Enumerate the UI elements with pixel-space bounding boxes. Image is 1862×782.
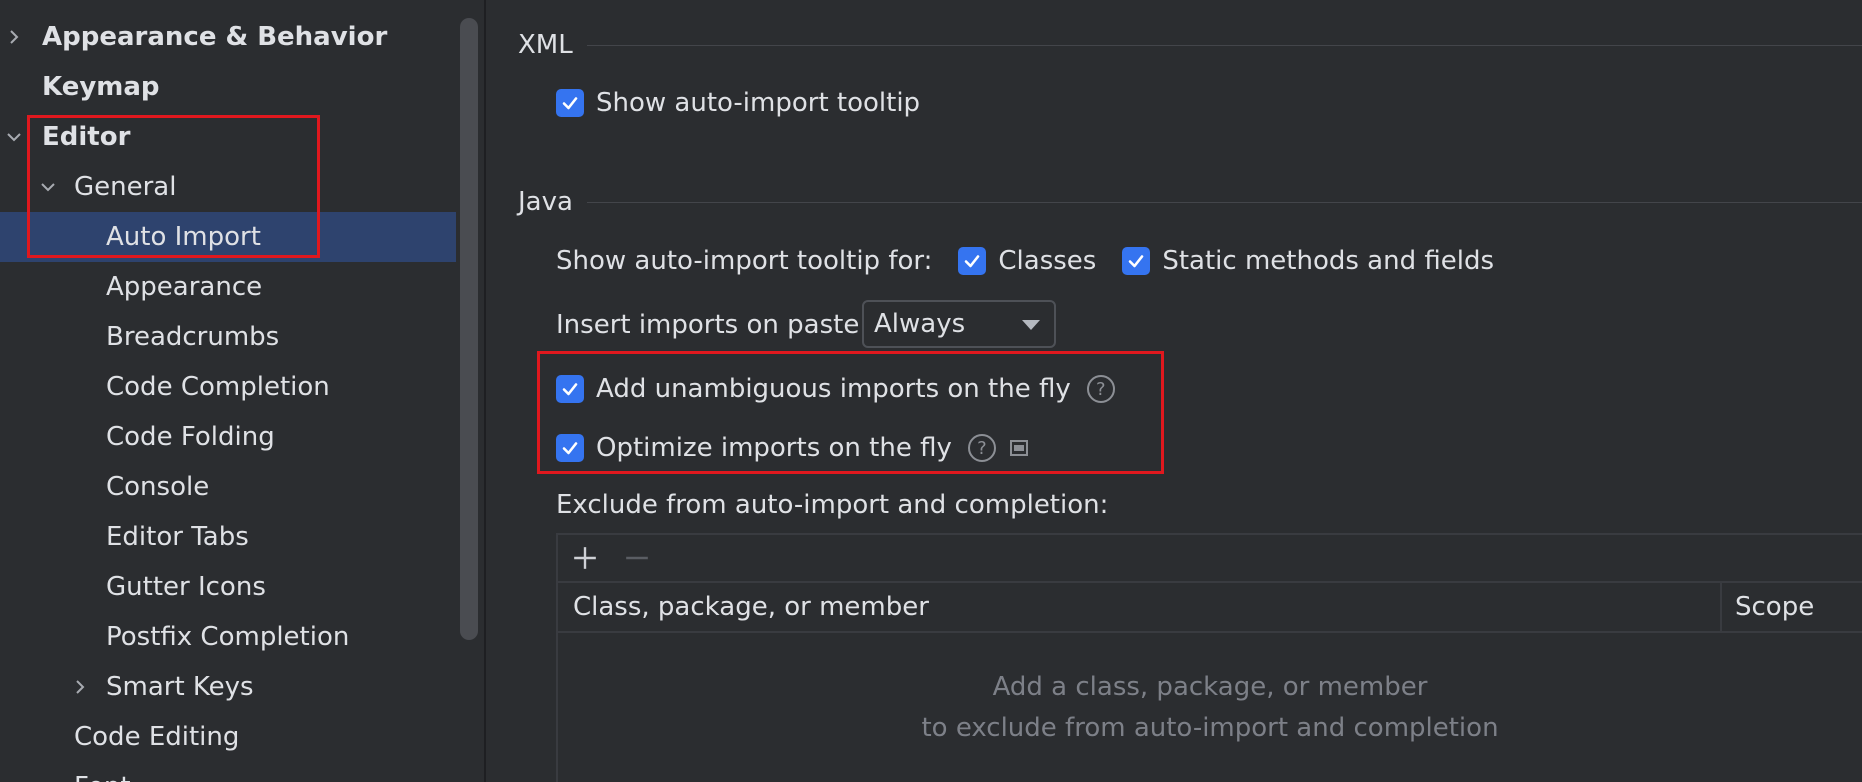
add-unambiguous-label: Add unambiguous imports on the fly [596, 374, 1071, 404]
sidebar-item-label: Editor Tabs [106, 522, 249, 552]
sidebar-item-label: Auto Import [106, 222, 261, 252]
exclude-label-row: Exclude from auto-import and completion: [556, 490, 1108, 520]
sidebar-item-smart-keys[interactable]: Smart Keys [0, 662, 456, 712]
sidebar-item-keymap[interactable]: Keymap [0, 62, 456, 112]
sidebar-item-label: Code Completion [106, 372, 330, 402]
chevron-down-icon[interactable] [38, 177, 58, 197]
sidebar-item-label: Postfix Completion [106, 622, 350, 652]
sidebar-item-gutter-icons[interactable]: Gutter Icons [0, 562, 456, 612]
insert-imports-value: Always [874, 309, 966, 339]
add-button[interactable] [568, 541, 602, 575]
exclude-table-header: Class, package, or member Scope [558, 583, 1862, 633]
sidebar-item-label: Code Editing [74, 722, 240, 752]
insert-imports-row: Insert imports on paste: [556, 310, 868, 340]
empty-table-hint-line1: Add a class, package, or member [992, 672, 1428, 702]
sidebar-item-label: Smart Keys [106, 672, 254, 702]
sidebar-item-console[interactable]: Console [0, 462, 456, 512]
sidebar-item-label: Appearance [106, 272, 263, 302]
classes-checkbox[interactable] [958, 247, 987, 275]
chevron-right-icon[interactable] [4, 27, 24, 47]
tooltip-for-row: Show auto-import tooltip for: Classes St… [556, 246, 1494, 276]
sidebar-item-editor[interactable]: Editor [0, 112, 456, 162]
checkmark-icon [562, 442, 578, 455]
section-divider [586, 201, 1862, 203]
xml-show-tooltip-option[interactable]: Show auto-import tooltip [556, 88, 920, 118]
sidebar-item-postfix-completion[interactable]: Postfix Completion [0, 612, 456, 662]
sidebar-item-appearance-behavior[interactable]: Appearance & Behavior [0, 12, 456, 62]
help-icon[interactable]: ? [967, 434, 996, 462]
checkmark-icon [562, 97, 578, 110]
optimize-imports-checkbox[interactable] [556, 434, 584, 462]
static-methods-label[interactable]: Static methods and fields [1162, 246, 1494, 276]
xml-show-tooltip-label: Show auto-import tooltip [596, 88, 921, 118]
java-section-header: Java [518, 182, 1862, 222]
sidebar-item-code-completion[interactable]: Code Completion [0, 362, 456, 412]
sidebar-item-label: Console [106, 472, 210, 502]
empty-table-hint-line2: to exclude from auto-import and completi… [921, 713, 1499, 743]
settings-sidebar: Appearance & Behavior Keymap Editor General… [0, 0, 484, 782]
checkmark-icon [562, 383, 578, 396]
sidebar-item-auto-import[interactable]: Auto Import [0, 212, 456, 262]
minus-icon [626, 556, 648, 560]
sidebar-item-label: Editor [42, 122, 131, 152]
xml-section-title: XML [518, 30, 573, 60]
classes-label[interactable]: Classes [998, 246, 1096, 276]
sidebar-item-label: Code Folding [106, 422, 275, 452]
exclude-table-panel: Class, package, or member Scope Add a cl… [556, 533, 1862, 782]
sidebar-item-appearance[interactable]: Appearance [0, 262, 456, 312]
section-divider [586, 44, 1862, 46]
tooltip-for-label: Show auto-import tooltip for: [556, 246, 933, 276]
column-header-class[interactable]: Class, package, or member [573, 583, 929, 631]
column-separator[interactable] [1720, 583, 1722, 631]
column-header-scope[interactable]: Scope [1735, 583, 1814, 631]
xml-show-tooltip-checkbox[interactable] [556, 89, 584, 117]
chevron-down-icon[interactable] [4, 127, 24, 147]
optimize-imports-option[interactable]: Optimize imports on the fly ? [556, 433, 1028, 463]
help-icon[interactable]: ? [1086, 375, 1115, 403]
sidebar-item-label: Font [74, 772, 131, 782]
add-unambiguous-checkbox[interactable] [556, 375, 584, 403]
add-unambiguous-option[interactable]: Add unambiguous imports on the fly ? [556, 374, 1115, 404]
sidebar-item-label: Appearance & Behavior [42, 22, 388, 52]
sidebar-item-editor-tabs[interactable]: Editor Tabs [0, 512, 456, 562]
sidebar-item-label: Breadcrumbs [106, 322, 280, 352]
exclude-toolbar [558, 535, 1862, 583]
sidebar-item-label: Gutter Icons [106, 572, 266, 602]
xml-section-header: XML [518, 25, 1862, 65]
sidebar-item-breadcrumbs[interactable]: Breadcrumbs [0, 312, 456, 362]
chevron-right-icon[interactable] [70, 677, 90, 697]
sidebar-item-font[interactable]: Font [0, 762, 456, 782]
optimize-imports-label: Optimize imports on the fly [596, 433, 952, 463]
sidebar-item-code-folding[interactable]: Code Folding [0, 412, 456, 462]
sidebar-item-label: General [74, 172, 177, 202]
checkmark-icon [1129, 255, 1144, 268]
plus-icon [574, 547, 596, 569]
static-methods-checkbox[interactable] [1122, 247, 1151, 275]
insert-imports-dropdown[interactable]: Always [862, 300, 1056, 348]
sidebar-scrollbar[interactable] [460, 18, 478, 640]
checkmark-icon [965, 255, 980, 268]
exclude-label: Exclude from auto-import and completion: [556, 490, 1109, 520]
dropdown-arrow-icon [1022, 320, 1040, 330]
insert-imports-label: Insert imports on paste: [556, 310, 869, 340]
sidebar-item-general[interactable]: General [0, 162, 456, 212]
remove-button[interactable] [620, 541, 654, 575]
doc-preview-icon[interactable] [1009, 440, 1028, 456]
java-section-title: Java [518, 187, 573, 217]
sidebar-item-code-editing[interactable]: Code Editing [0, 712, 456, 762]
sidebar-item-label: Keymap [42, 72, 160, 102]
